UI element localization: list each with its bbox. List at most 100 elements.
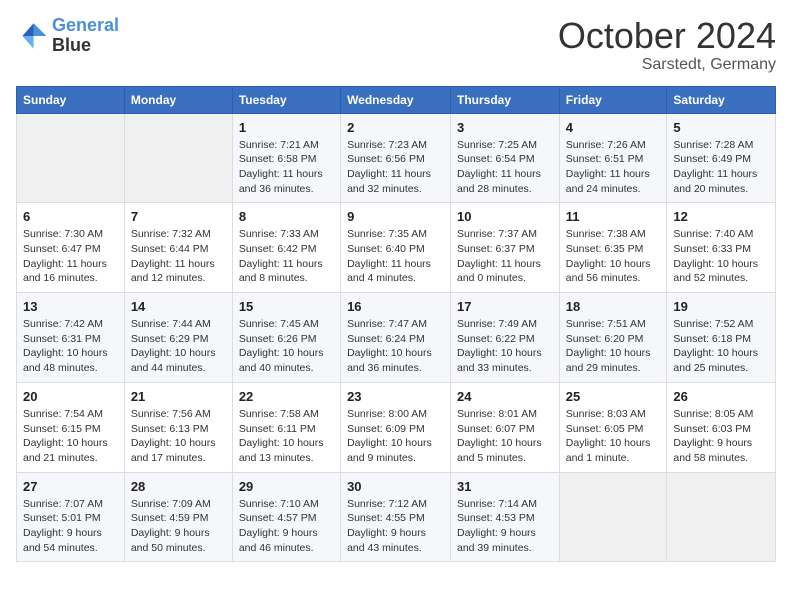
day-number: 5 <box>673 120 769 135</box>
calendar-cell: 6 Sunrise: 7:30 AM Sunset: 6:47 PM Daylig… <box>17 203 125 293</box>
calendar-cell: 1 Sunrise: 7:21 AM Sunset: 6:58 PM Daylig… <box>232 113 340 203</box>
day-info: Sunrise: 7:12 AM Sunset: 4:55 PM Dayligh… <box>347 497 444 556</box>
calendar-cell: 8 Sunrise: 7:33 AM Sunset: 6:42 PM Daylig… <box>232 203 340 293</box>
calendar-cell: 7 Sunrise: 7:32 AM Sunset: 6:44 PM Daylig… <box>124 203 232 293</box>
day-info: Sunrise: 7:23 AM Sunset: 6:56 PM Dayligh… <box>347 138 444 197</box>
day-info: Sunrise: 7:38 AM Sunset: 6:35 PM Dayligh… <box>566 227 661 286</box>
day-info: Sunrise: 7:26 AM Sunset: 6:51 PM Dayligh… <box>566 138 661 197</box>
calendar-cell <box>17 113 125 203</box>
calendar-table: SundayMondayTuesdayWednesdayThursdayFrid… <box>16 86 776 563</box>
day-number: 12 <box>673 209 769 224</box>
calendar-cell: 25Sunrise: 8:03 AM Sunset: 6:05 PM Dayli… <box>559 382 667 472</box>
calendar-week-row: 6 Sunrise: 7:30 AM Sunset: 6:47 PM Daylig… <box>17 203 776 293</box>
day-info: Sunrise: 7:58 AM Sunset: 6:11 PM Dayligh… <box>239 407 334 466</box>
day-info: Sunrise: 7:35 AM Sunset: 6:40 PM Dayligh… <box>347 227 444 286</box>
calendar-cell: 21Sunrise: 7:56 AM Sunset: 6:13 PM Dayli… <box>124 382 232 472</box>
day-info: Sunrise: 7:52 AM Sunset: 6:18 PM Dayligh… <box>673 317 769 376</box>
day-number: 28 <box>131 479 226 494</box>
day-number: 30 <box>347 479 444 494</box>
calendar-cell: 30 Sunrise: 7:12 AM Sunset: 4:55 PM Dayli… <box>341 472 451 562</box>
calendar-cell: 18 Sunrise: 7:51 AM Sunset: 6:20 PM Dayli… <box>559 293 667 383</box>
day-number: 2 <box>347 120 444 135</box>
day-info: Sunrise: 7:32 AM Sunset: 6:44 PM Dayligh… <box>131 227 226 286</box>
day-info: Sunrise: 7:21 AM Sunset: 6:58 PM Dayligh… <box>239 138 334 197</box>
day-info: Sunrise: 7:37 AM Sunset: 6:37 PM Dayligh… <box>457 227 553 286</box>
calendar-cell <box>667 472 776 562</box>
calendar-cell: 19Sunrise: 7:52 AM Sunset: 6:18 PM Dayli… <box>667 293 776 383</box>
calendar-week-row: 27 Sunrise: 7:07 AM Sunset: 5:01 PM Dayli… <box>17 472 776 562</box>
weekday-header: Monday <box>124 86 232 113</box>
calendar-cell: 11 Sunrise: 7:38 AM Sunset: 6:35 PM Dayli… <box>559 203 667 293</box>
page-header: General Blue October 2024 Sarstedt, Germ… <box>16 16 776 74</box>
calendar-cell: 12 Sunrise: 7:40 AM Sunset: 6:33 PM Dayli… <box>667 203 776 293</box>
calendar-cell: 31 Sunrise: 7:14 AM Sunset: 4:53 PM Dayli… <box>451 472 560 562</box>
day-info: Sunrise: 7:30 AM Sunset: 6:47 PM Dayligh… <box>23 227 118 286</box>
calendar-cell: 13 Sunrise: 7:42 AM Sunset: 6:31 PM Dayli… <box>17 293 125 383</box>
day-number: 20 <box>23 389 118 404</box>
day-info: Sunrise: 7:25 AM Sunset: 6:54 PM Dayligh… <box>457 138 553 197</box>
weekday-header: Wednesday <box>341 86 451 113</box>
location-subtitle: Sarstedt, Germany <box>558 56 776 74</box>
weekday-header: Sunday <box>17 86 125 113</box>
day-number: 27 <box>23 479 118 494</box>
day-number: 18 <box>566 299 661 314</box>
day-number: 4 <box>566 120 661 135</box>
logo-text: General Blue <box>52 16 119 56</box>
day-number: 8 <box>239 209 334 224</box>
day-info: Sunrise: 7:47 AM Sunset: 6:24 PM Dayligh… <box>347 317 444 376</box>
weekday-header: Saturday <box>667 86 776 113</box>
day-info: Sunrise: 7:40 AM Sunset: 6:33 PM Dayligh… <box>673 227 769 286</box>
day-info: Sunrise: 7:49 AM Sunset: 6:22 PM Dayligh… <box>457 317 553 376</box>
weekday-header-row: SundayMondayTuesdayWednesdayThursdayFrid… <box>17 86 776 113</box>
calendar-cell: 27 Sunrise: 7:07 AM Sunset: 5:01 PM Dayli… <box>17 472 125 562</box>
day-number: 9 <box>347 209 444 224</box>
calendar-week-row: 20 Sunrise: 7:54 AM Sunset: 6:15 PM Dayli… <box>17 382 776 472</box>
day-number: 15 <box>239 299 334 314</box>
day-info: Sunrise: 7:51 AM Sunset: 6:20 PM Dayligh… <box>566 317 661 376</box>
calendar-cell: 24 Sunrise: 8:01 AM Sunset: 6:07 PM Dayli… <box>451 382 560 472</box>
day-info: Sunrise: 7:44 AM Sunset: 6:29 PM Dayligh… <box>131 317 226 376</box>
calendar-cell: 22Sunrise: 7:58 AM Sunset: 6:11 PM Dayli… <box>232 382 340 472</box>
day-number: 1 <box>239 120 334 135</box>
day-number: 6 <box>23 209 118 224</box>
calendar-cell: 2 Sunrise: 7:23 AM Sunset: 6:56 PM Daylig… <box>341 113 451 203</box>
day-info: Sunrise: 7:33 AM Sunset: 6:42 PM Dayligh… <box>239 227 334 286</box>
day-info: Sunrise: 7:45 AM Sunset: 6:26 PM Dayligh… <box>239 317 334 376</box>
day-info: Sunrise: 7:28 AM Sunset: 6:49 PM Dayligh… <box>673 138 769 197</box>
calendar-cell <box>559 472 667 562</box>
calendar-cell: 14 Sunrise: 7:44 AM Sunset: 6:29 PM Dayli… <box>124 293 232 383</box>
calendar-cell: 16 Sunrise: 7:47 AM Sunset: 6:24 PM Dayli… <box>341 293 451 383</box>
day-number: 10 <box>457 209 553 224</box>
day-info: Sunrise: 7:42 AM Sunset: 6:31 PM Dayligh… <box>23 317 118 376</box>
day-number: 25 <box>566 389 661 404</box>
title-block: October 2024 Sarstedt, Germany <box>558 16 776 74</box>
day-number: 17 <box>457 299 553 314</box>
calendar-cell: 15 Sunrise: 7:45 AM Sunset: 6:26 PM Dayli… <box>232 293 340 383</box>
day-info: Sunrise: 7:54 AM Sunset: 6:15 PM Dayligh… <box>23 407 118 466</box>
day-info: Sunrise: 8:01 AM Sunset: 6:07 PM Dayligh… <box>457 407 553 466</box>
calendar-cell: 29Sunrise: 7:10 AM Sunset: 4:57 PM Dayli… <box>232 472 340 562</box>
day-number: 16 <box>347 299 444 314</box>
day-info: Sunrise: 7:09 AM Sunset: 4:59 PM Dayligh… <box>131 497 226 556</box>
calendar-cell: 17 Sunrise: 7:49 AM Sunset: 6:22 PM Dayli… <box>451 293 560 383</box>
day-number: 24 <box>457 389 553 404</box>
day-number: 7 <box>131 209 226 224</box>
weekday-header: Friday <box>559 86 667 113</box>
calendar-week-row: 1 Sunrise: 7:21 AM Sunset: 6:58 PM Daylig… <box>17 113 776 203</box>
day-number: 14 <box>131 299 226 314</box>
calendar-cell: 9 Sunrise: 7:35 AM Sunset: 6:40 PM Daylig… <box>341 203 451 293</box>
day-info: Sunrise: 7:14 AM Sunset: 4:53 PM Dayligh… <box>457 497 553 556</box>
day-number: 29 <box>239 479 334 494</box>
day-number: 21 <box>131 389 226 404</box>
calendar-cell: 3Sunrise: 7:25 AM Sunset: 6:54 PM Daylig… <box>451 113 560 203</box>
day-info: Sunrise: 7:07 AM Sunset: 5:01 PM Dayligh… <box>23 497 118 556</box>
day-number: 13 <box>23 299 118 314</box>
day-number: 11 <box>566 209 661 224</box>
calendar-week-row: 13 Sunrise: 7:42 AM Sunset: 6:31 PM Dayli… <box>17 293 776 383</box>
weekday-header: Tuesday <box>232 86 340 113</box>
calendar-cell: 4 Sunrise: 7:26 AM Sunset: 6:51 PM Daylig… <box>559 113 667 203</box>
day-number: 31 <box>457 479 553 494</box>
calendar-cell <box>124 113 232 203</box>
calendar-cell: 26Sunrise: 8:05 AM Sunset: 6:03 PM Dayli… <box>667 382 776 472</box>
weekday-header: Thursday <box>451 86 560 113</box>
